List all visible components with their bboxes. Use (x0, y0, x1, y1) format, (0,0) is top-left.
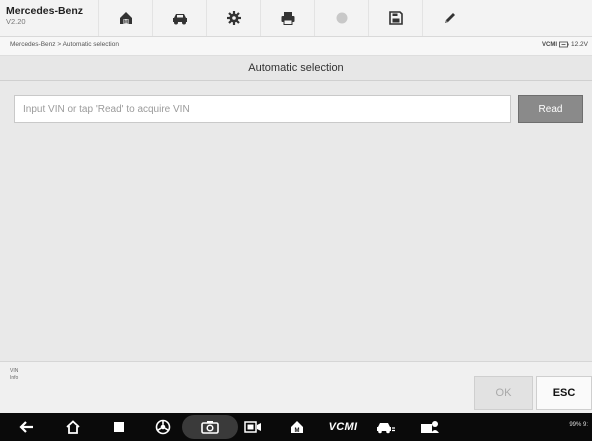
vcmi-button[interactable]: VCMI (326, 413, 360, 441)
info-line-info: Info (10, 375, 19, 381)
home-button[interactable]: M (98, 0, 152, 36)
info-line-vin: VIN (10, 368, 19, 374)
remote-expert-button[interactable] (416, 413, 444, 441)
maxisys-home-icon: M (291, 421, 303, 434)
system-status: 99% 9: (569, 422, 588, 428)
connection-status: VCMI 12.2V (542, 41, 588, 48)
edit-button[interactable] (422, 0, 476, 36)
home-nav-button[interactable] (60, 413, 86, 441)
save-icon (388, 11, 403, 25)
browser-button[interactable] (150, 413, 176, 441)
camera-icon (201, 421, 219, 434)
settings-button[interactable] (206, 0, 260, 36)
print-icon (281, 12, 294, 25)
edit-icon (444, 13, 455, 23)
print-button[interactable] (260, 0, 314, 36)
back-button[interactable] (14, 413, 40, 441)
recent-apps-button[interactable] (106, 413, 132, 441)
vcmi-status-label: VCMI (542, 41, 557, 48)
page-title-bar: Automatic selection (0, 56, 592, 81)
recent-apps-icon (114, 422, 124, 432)
help-button[interactable] (314, 0, 368, 36)
save-button[interactable] (368, 0, 422, 36)
vehicle-icon (172, 14, 187, 25)
breadcrumb: Mercedes-Benz > Automatic selection (10, 41, 119, 48)
content-area: Read (0, 81, 592, 361)
car-connect-icon (377, 423, 395, 434)
vehicle-menu-button[interactable] (152, 0, 206, 36)
app-header: Mercedes-Benz V2.20 M (0, 0, 592, 37)
ok-button[interactable]: OK (474, 376, 533, 410)
breadcrumb-bar: Mercedes-Benz > Automatic selection VCMI… (0, 37, 592, 56)
vehicle-info: VIN Info (10, 368, 18, 382)
vehicle-connect-button[interactable] (372, 413, 400, 441)
screen-record-button[interactable] (240, 413, 266, 441)
android-nav-bar: M VCMI 99% 9: (0, 413, 592, 441)
vcmi-nav-label: VCMI (328, 421, 358, 433)
remote-expert-icon (421, 421, 439, 433)
help-icon (336, 12, 347, 24)
svg-text:M: M (123, 19, 127, 25)
back-arrow-icon (19, 421, 33, 433)
action-bar: VIN Info OK ESC (0, 361, 592, 414)
voltage-readout: 12.2V (571, 41, 588, 48)
esc-button[interactable]: ESC (536, 376, 592, 410)
page-title: Automatic selection (248, 62, 344, 74)
home-icon: M (119, 12, 132, 25)
app-title: Mercedes-Benz (6, 5, 84, 17)
svg-text:M: M (295, 428, 300, 434)
app-version: V2.20 (6, 17, 26, 26)
home-outline-icon (66, 420, 80, 434)
read-button[interactable]: Read (518, 95, 583, 123)
battery-icon (559, 41, 569, 48)
browser-icon (155, 419, 171, 435)
camera-button[interactable] (197, 413, 223, 441)
app-brand: Mercedes-Benz V2.20 (6, 5, 88, 27)
toolbar: M (98, 0, 476, 36)
maxisys-home-button[interactable]: M (284, 413, 310, 441)
screen-record-icon (244, 421, 261, 433)
settings-icon (226, 11, 241, 25)
vin-input[interactable] (14, 95, 511, 123)
